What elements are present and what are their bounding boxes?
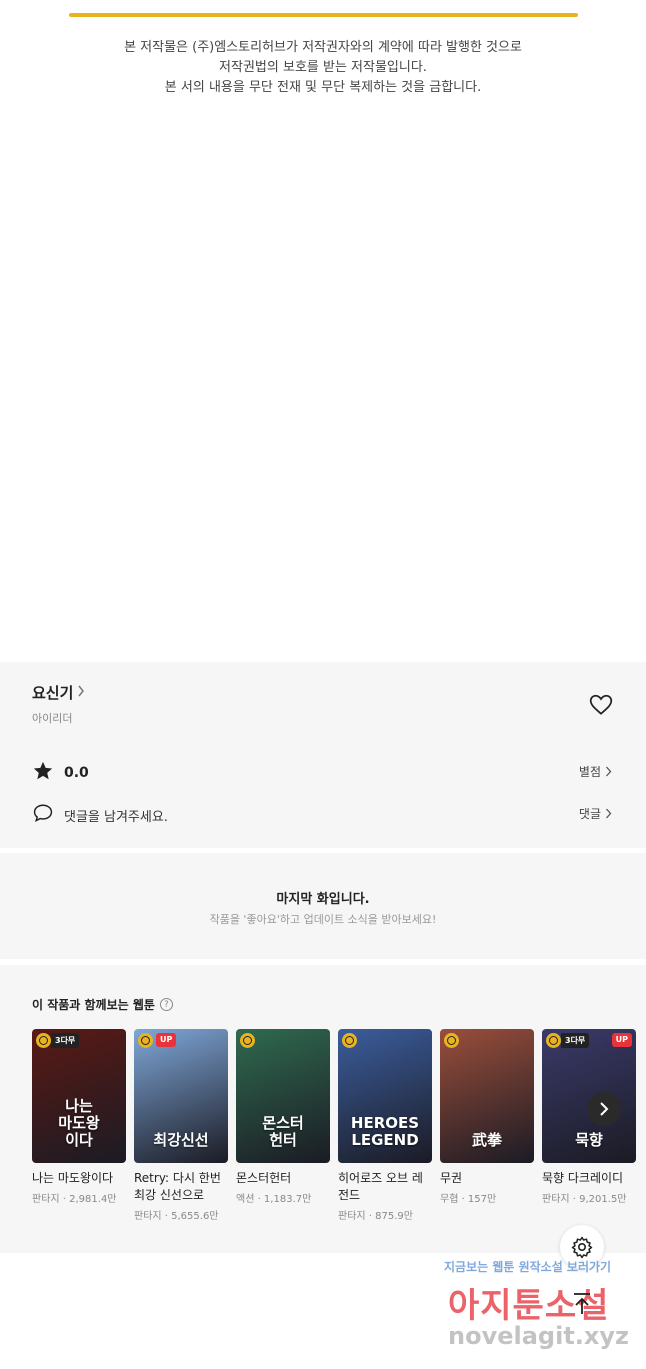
- recommendation-title: 이 작품과 함께보는 웹툰 ?: [32, 996, 173, 1013]
- rating-value: 0.0: [64, 765, 89, 781]
- last-episode-panel: 마지막 화입니다. 작품을 '좋아요'하고 업데이트 소식을 받아보세요!: [0, 853, 646, 959]
- last-episode-title: 마지막 화입니다.: [276, 892, 370, 907]
- cover-thumbnail: 武拳: [440, 1029, 534, 1163]
- chevron-right-icon: [606, 808, 612, 819]
- rate-button[interactable]: 별점: [579, 763, 612, 780]
- star-icon: [32, 760, 54, 786]
- comments-label: 댓글: [578, 807, 601, 821]
- cover-title-art: 묵향: [575, 1131, 603, 1149]
- cover-thumbnail: 3다무나는 마도왕 이다: [32, 1029, 126, 1163]
- comments-button[interactable]: 댓글: [579, 805, 612, 822]
- card-title: 나는 마도왕이다: [32, 1171, 114, 1185]
- cover-title-art: HEROES LEGEND: [350, 1114, 420, 1149]
- wait-free-badge: 3다무: [561, 1033, 590, 1048]
- work-info-panel: 요신기 아이리더 0.0 별점 댓글을 남겨주세요. 댓글: [0, 662, 646, 848]
- cover-title-art: 나는 마도왕 이다: [58, 1097, 100, 1149]
- card-title: Retry: 다시 한번 최강 신선으로: [134, 1171, 221, 1202]
- cover-title-art: 몬스터 헌터: [262, 1114, 304, 1149]
- clock-icon: [444, 1033, 459, 1048]
- card-meta: 액션 · 1,183.7만: [236, 1194, 312, 1205]
- copyright-notice: 본 저작물은 (주)엠스토리허브가 저작권자와의 계약에 따라 발행한 것으로 …: [0, 38, 646, 98]
- clock-icon: [240, 1033, 255, 1048]
- wait-free-badge: 3다무: [51, 1033, 80, 1048]
- recommendation-panel: 이 작품과 함께보는 웹툰 ? 3다무나는 마도왕 이다나는 마도왕이다판타지 …: [0, 965, 646, 1253]
- cover-thumbnail: 3다무 UP 묵향: [542, 1029, 636, 1163]
- chevron-right-icon: [600, 1102, 609, 1116]
- rating-row: 0.0: [32, 760, 89, 786]
- up-badge: UP: [611, 1033, 632, 1047]
- speech-bubble-icon: [32, 802, 54, 828]
- help-icon[interactable]: ?: [159, 998, 173, 1011]
- card-meta: 판타지 · 875.9만: [338, 1211, 413, 1222]
- recommendation-card[interactable]: 3다무나는 마도왕 이다나는 마도왕이다판타지 · 2,981.4만: [32, 1029, 126, 1205]
- chevron-right-icon: [606, 766, 612, 777]
- gear-icon: [571, 1236, 593, 1259]
- watermark-tagline: 지금보는 웹툰 원작소설 보러가기: [444, 1260, 612, 1274]
- author-name: 아이리더: [32, 712, 73, 725]
- watermark: 지금보는 웹툰 원작소설 보러가기 아지툰소설 novelagit.xyz: [440, 1258, 640, 1368]
- card-meta: 무협 · 157만: [440, 1194, 497, 1205]
- cover-title-art: 武拳: [471, 1131, 502, 1149]
- up-badge: UP: [156, 1033, 177, 1047]
- last-episode-subtitle: 작품을 '좋아요'하고 업데이트 소식을 받아보세요!: [209, 913, 437, 926]
- recommendation-card[interactable]: UP 최강신선 Retry: 다시 한번 최강 신선으로판타지 · 5,655.6만: [134, 1029, 228, 1222]
- clock-icon: [36, 1033, 51, 1048]
- progress-line: [69, 13, 578, 17]
- card-meta: 판타지 · 9,201.5만: [542, 1194, 627, 1205]
- work-title-link[interactable]: 요신기: [32, 682, 85, 703]
- comment-placeholder: 댓글을 남겨주세요.: [64, 809, 168, 825]
- card-title: 히어로즈 오브 레전드: [338, 1171, 423, 1202]
- copyright-line-1: 본 저작물은 (주)엠스토리허브가 저작권자와의 계약에 따라 발행한 것으로: [124, 40, 522, 55]
- scroll-top-button[interactable]: [560, 1282, 604, 1326]
- rate-label: 별점: [578, 765, 601, 779]
- clock-icon: [546, 1033, 561, 1048]
- clock-icon: [138, 1033, 153, 1048]
- card-meta: 판타지 · 2,981.4만: [32, 1194, 117, 1205]
- watermark-domain: novelagit.xyz: [448, 1322, 630, 1350]
- cover-title-art: 최강신선: [153, 1131, 209, 1149]
- copyright-line-2: 저작권법의 보호를 받는 저작물입니다.: [219, 60, 427, 75]
- clock-icon: [342, 1033, 357, 1048]
- cover-thumbnail: 몬스터 헌터: [236, 1029, 330, 1163]
- heart-icon[interactable]: [588, 692, 614, 718]
- card-title: 무권: [440, 1171, 463, 1185]
- card-title: 묵향 다크레이디: [542, 1171, 624, 1185]
- card-meta: 판타지 · 5,655.6만: [134, 1211, 219, 1222]
- cover-thumbnail: UP 최강신선: [134, 1029, 228, 1163]
- recommendation-card[interactable]: 武拳 무권무협 · 157만: [440, 1029, 534, 1205]
- cover-thumbnail: HEROES LEGEND: [338, 1029, 432, 1163]
- card-title: 몬스터헌터: [236, 1171, 292, 1185]
- next-arrow-button[interactable]: [587, 1092, 621, 1126]
- chevron-right-icon: [77, 685, 85, 701]
- copyright-line-3: 본 서의 내용을 무단 전재 및 무단 복제하는 것을 금합니다.: [164, 80, 482, 95]
- recommendation-title-text: 이 작품과 함께보는 웹툰: [32, 998, 155, 1012]
- recommendation-card[interactable]: 몬스터 헌터몬스터헌터액션 · 1,183.7만: [236, 1029, 330, 1205]
- recommendation-card[interactable]: HEROES LEGEND 히어로즈 오브 레전드판타지 · 875.9만: [338, 1029, 432, 1222]
- work-title: 요신기: [32, 684, 74, 702]
- comment-input[interactable]: 댓글을 남겨주세요.: [32, 802, 168, 828]
- arrow-up-icon: [574, 1293, 590, 1314]
